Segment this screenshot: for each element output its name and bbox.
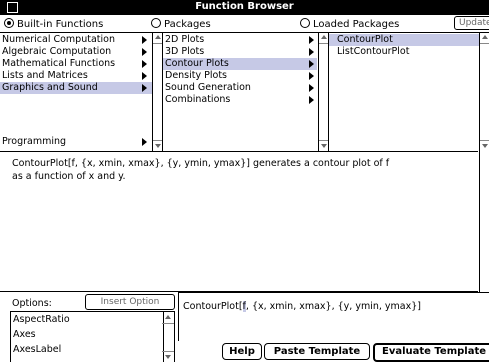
description-text: ContourPlot[f, {x, xmin, xmax}, {y, ymin… [12,158,390,182]
subcategory-item[interactable]: 2D Plots [163,34,317,46]
submenu-arrow-icon [142,138,147,146]
column-divider [328,33,329,151]
option-item[interactable]: AxesLabel [13,343,61,357]
radio-label: Loaded Packages [313,19,400,30]
subcategory-list: 2D Plots 3D Plots Contour Plots Density … [163,33,318,151]
paste-template-button[interactable]: Paste Template [264,343,370,360]
submenu-arrow-icon [309,96,314,104]
function-list: ContourPlot ListContourPlot [329,33,479,151]
category-item[interactable]: Numerical Computation [0,34,152,46]
submenu-arrow-icon [142,84,147,92]
category-item-selected[interactable]: Graphics and Sound [0,82,152,94]
insert-option-button[interactable]: Insert Option [85,294,175,310]
update-button[interactable]: Update [454,16,489,30]
category-item[interactable]: Mathematical Functions [0,58,152,70]
option-item[interactable]: AspectRatio [13,313,70,327]
radio-unselected-icon [151,18,161,28]
template-text[interactable]: ContourPlot[f, {x, xmin, xmax}, {y, ymin… [183,301,421,312]
function-browser-window: Function Browser Built-in Functions Pack… [0,0,489,362]
scroll-up-arrow-icon[interactable] [162,312,174,324]
title-bar[interactable]: Function Browser [0,0,489,15]
submenu-arrow-icon [309,48,314,56]
scroll-down-arrow-icon[interactable] [480,140,489,151]
submenu-arrow-icon [142,48,147,56]
column-divider [162,33,163,151]
subcategory-item[interactable]: Combinations [163,94,317,106]
radio-built-in-functions[interactable]: Built-in Functions [4,18,103,30]
submenu-arrow-icon [309,36,314,44]
function-scrollbar[interactable] [479,33,489,151]
subcategory-item[interactable]: Sound Generation [163,82,317,94]
category-list: Numerical Computation Algebraic Computat… [0,33,152,151]
submenu-arrow-icon [309,60,314,68]
description-panel: ContourPlot[f, {x, xmin, xmax}, {y, ymin… [0,151,478,292]
option-item[interactable]: Axes [13,328,36,342]
submenu-arrow-icon [142,36,147,44]
submenu-arrow-icon [309,72,314,80]
radio-packages[interactable]: Packages [151,18,211,30]
category-item[interactable]: Algebraic Computation [0,46,152,58]
options-scrollbar[interactable] [162,311,175,362]
radio-label: Built-in Functions [17,19,104,30]
radio-selected-icon [4,18,14,28]
options-label: Options: [12,298,52,309]
subcategory-item[interactable]: 3D Plots [163,46,317,58]
description-scrollbar[interactable] [479,151,489,292]
subcategory-item[interactable]: Density Plots [163,70,317,82]
function-item[interactable]: ListContourPlot [329,46,479,58]
submenu-arrow-icon [142,72,147,80]
subcategory-item-selected[interactable]: Contour Plots [163,58,317,70]
radio-loaded-packages[interactable]: Loaded Packages [300,18,399,30]
evaluate-template-button[interactable]: Evaluate Template [373,343,489,362]
radio-label: Packages [164,19,211,30]
scroll-down-arrow-icon[interactable] [162,351,174,362]
scroll-up-arrow-icon[interactable] [480,33,489,44]
window-title: Function Browser [195,1,294,12]
function-item-selected[interactable]: ContourPlot [329,34,479,46]
category-item[interactable]: Programming [0,136,152,148]
radio-unselected-icon [300,18,310,28]
options-list: AspectRatio Axes AxesLabel [10,311,164,362]
category-item[interactable]: Lists and Matrices [0,70,152,82]
source-selector: Built-in Functions Packages Loaded Packa… [0,15,489,33]
help-button[interactable]: Help [222,343,262,360]
submenu-arrow-icon [142,60,147,68]
template-field[interactable]: ContourPlot[f, {x, xmin, xmax}, {y, ymin… [178,292,489,341]
submenu-arrow-icon [309,84,314,92]
